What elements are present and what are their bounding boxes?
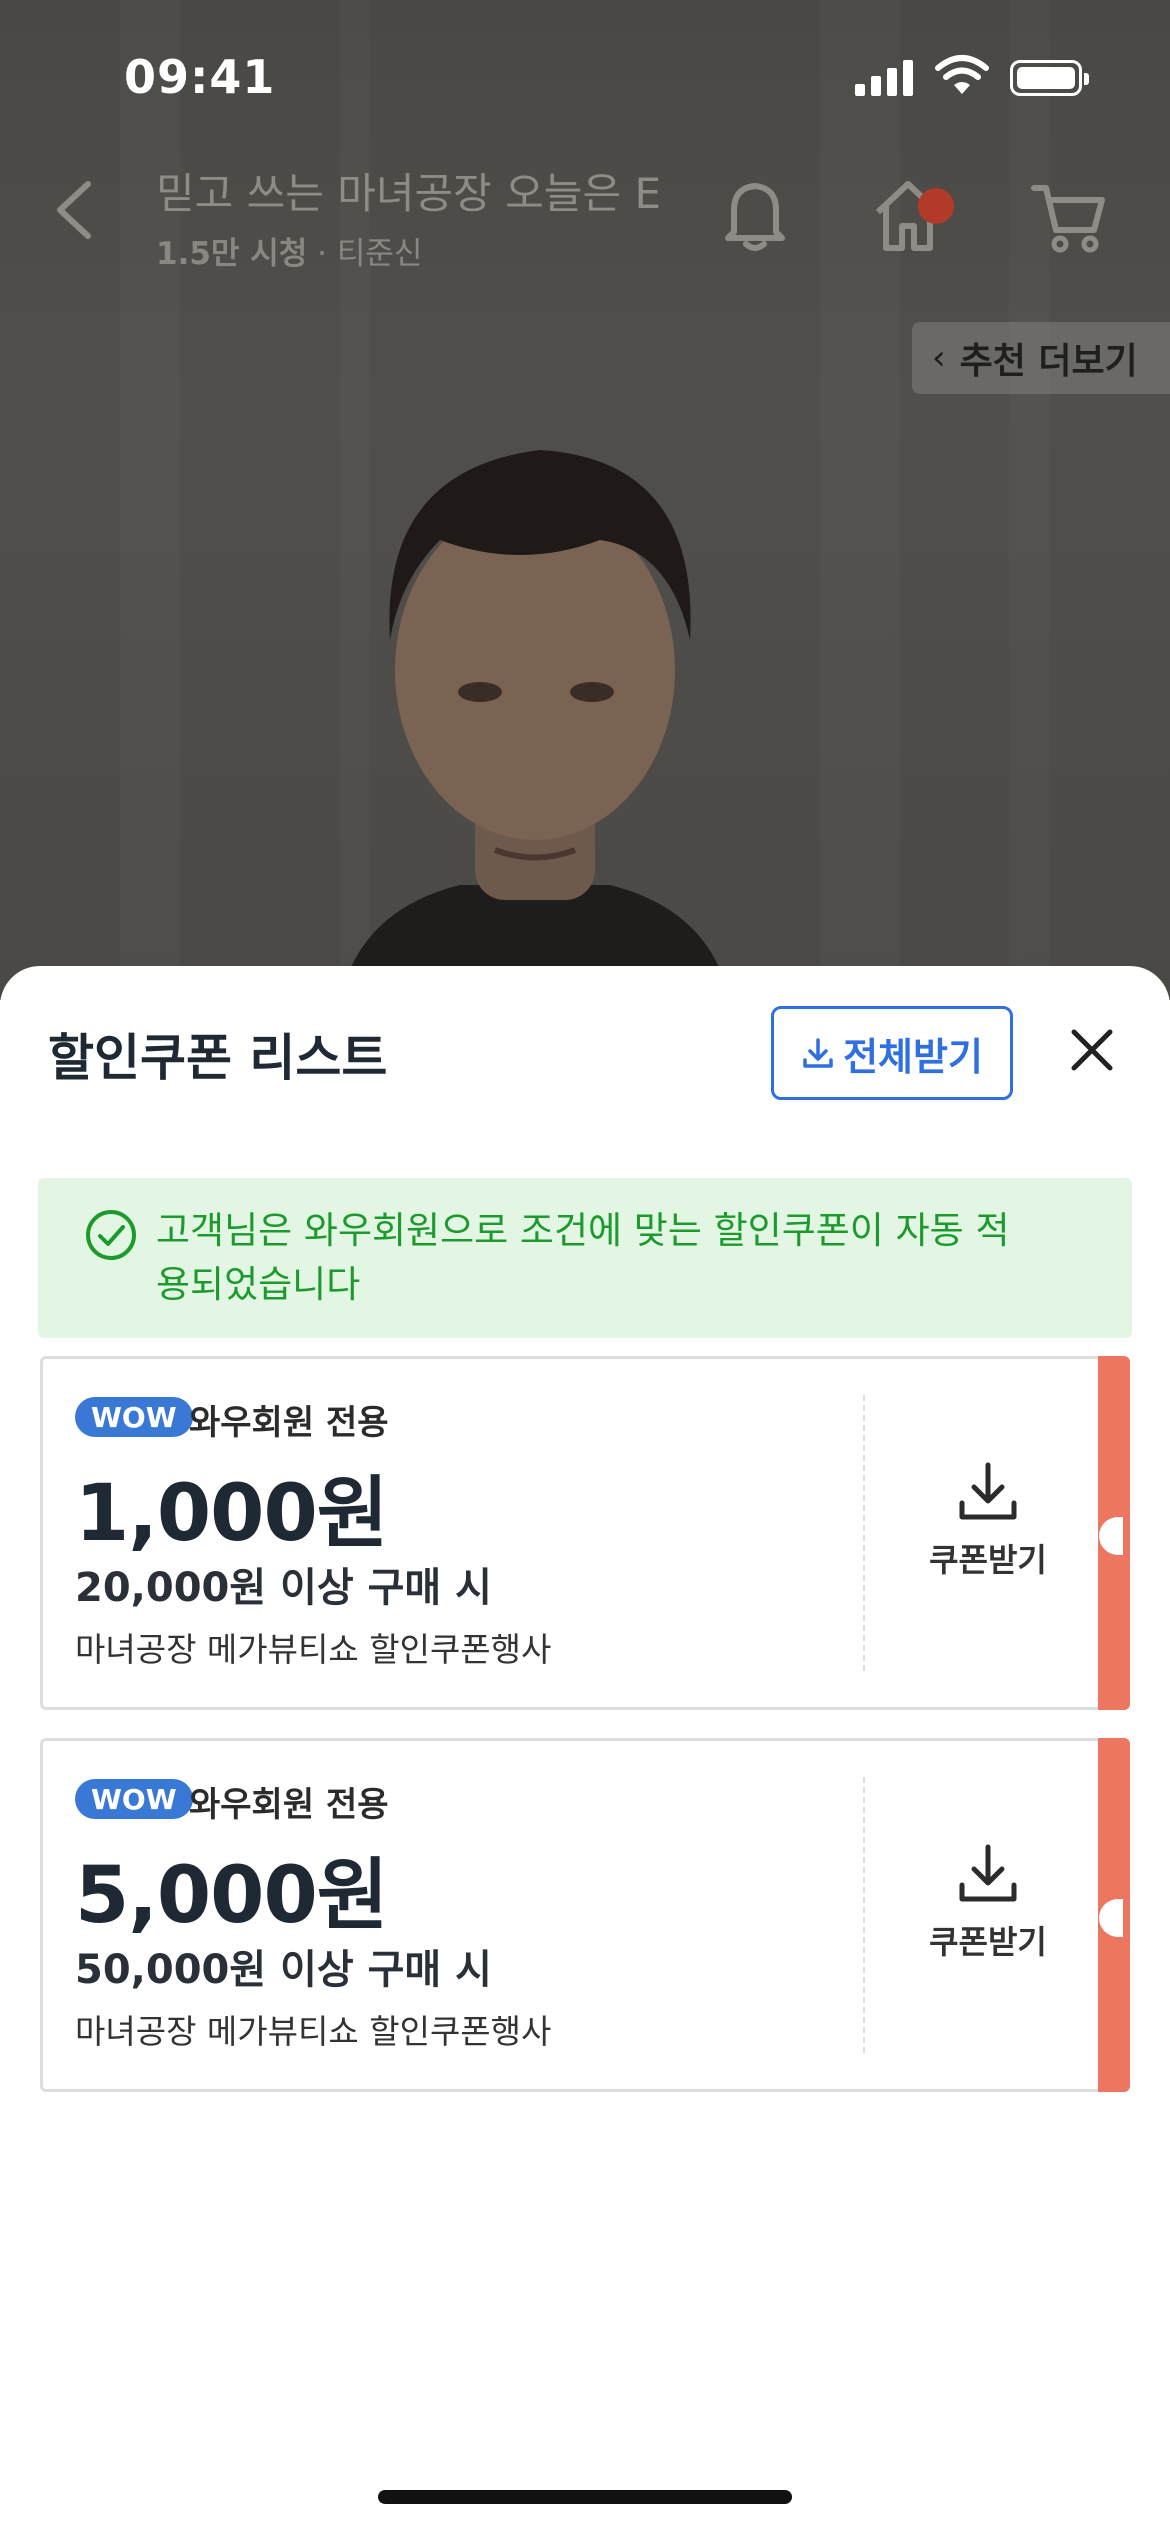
close-icon[interactable] <box>1068 1026 1116 1074</box>
status-time: 09:41 <box>124 50 276 104</box>
wifi-icon <box>935 55 989 94</box>
coupon-condition: 20,000원 이상 구매 시 <box>75 1565 492 1611</box>
coupon-description: 마녀공장 메가뷰티쇼 할인쿠폰행사 <box>75 1630 552 1669</box>
home-indicator[interactable] <box>378 2490 792 2504</box>
wow-badge: WOW <box>75 1397 193 1437</box>
chevron-left-icon[interactable] <box>52 180 96 240</box>
sheet-title: 할인쿠폰 리스트 <box>48 1029 388 1087</box>
coupon-bottom-sheet: 할인쿠폰 리스트 전체받기 고객님은 와우회원으로 조건에 맞는 할인쿠폰이 자… <box>0 966 1170 2532</box>
live-video[interactable] <box>0 0 1170 1000</box>
coupon-condition: 50,000원 이상 구매 시 <box>75 1947 492 1993</box>
recommend-more-button[interactable]: ‹ 추천 더보기 <box>912 322 1170 394</box>
bell-icon[interactable] <box>720 178 790 254</box>
coupon-card: WOW 와우회원 전용 5,000원 50,000원 이상 구매 시 마녀공장 … <box>40 1738 1130 2092</box>
get-coupon-button[interactable]: 쿠폰받기 <box>883 1459 1093 1581</box>
download-icon <box>959 1462 1017 1520</box>
cellular-signal-icon <box>855 60 915 96</box>
cart-icon[interactable] <box>1030 180 1106 256</box>
live-title: 믿고 쓰는 마녀공장 오늘은 E <box>156 169 661 218</box>
download-all-label: 전체받기 <box>843 1034 983 1079</box>
home-notification-badge <box>918 188 954 224</box>
get-coupon-button[interactable]: 쿠폰받기 <box>883 1841 1093 1963</box>
download-icon <box>959 1844 1017 1902</box>
coupon-description: 마녀공장 메가뷰티쇼 할인쿠폰행사 <box>75 2012 552 2051</box>
member-label: 와우회원 전용 <box>189 1785 389 1825</box>
meta-separator: · <box>317 236 327 272</box>
view-count: 1.5만 시청 <box>156 236 308 272</box>
check-circle-icon <box>86 1210 136 1260</box>
chevron-left-icon: ‹ <box>932 338 946 378</box>
coupon-divider <box>863 1395 865 1671</box>
coupon-card: WOW 와우회원 전용 1,000원 20,000원 이상 구매 시 마녀공장 … <box>40 1356 1130 1710</box>
member-label: 와우회원 전용 <box>189 1403 389 1443</box>
download-icon <box>803 1038 833 1068</box>
auto-apply-notice: 고객님은 와우회원으로 조건에 맞는 할인쿠폰이 자동 적용되었습니다 <box>38 1178 1132 1338</box>
recommend-more-label: 추천 더보기 <box>959 341 1138 382</box>
get-coupon-label: 쿠폰받기 <box>929 1923 1047 1961</box>
get-coupon-label: 쿠폰받기 <box>929 1541 1047 1579</box>
battery-icon <box>1010 60 1089 96</box>
coupon-divider <box>863 1777 865 2053</box>
wow-badge: WOW <box>75 1779 193 1819</box>
download-all-button[interactable]: 전체받기 <box>771 1006 1013 1100</box>
host-name: 티준신 <box>336 236 423 272</box>
coupon-amount: 5,000원 <box>75 1851 388 1941</box>
host-figure <box>340 450 730 1000</box>
coupon-amount: 1,000원 <box>75 1469 388 1559</box>
live-meta: 1.5만 시청 · 티준신 <box>156 228 422 273</box>
notice-text: 고객님은 와우회원으로 조건에 맞는 할인쿠폰이 자동 적용되었습니다 <box>156 1209 1010 1306</box>
